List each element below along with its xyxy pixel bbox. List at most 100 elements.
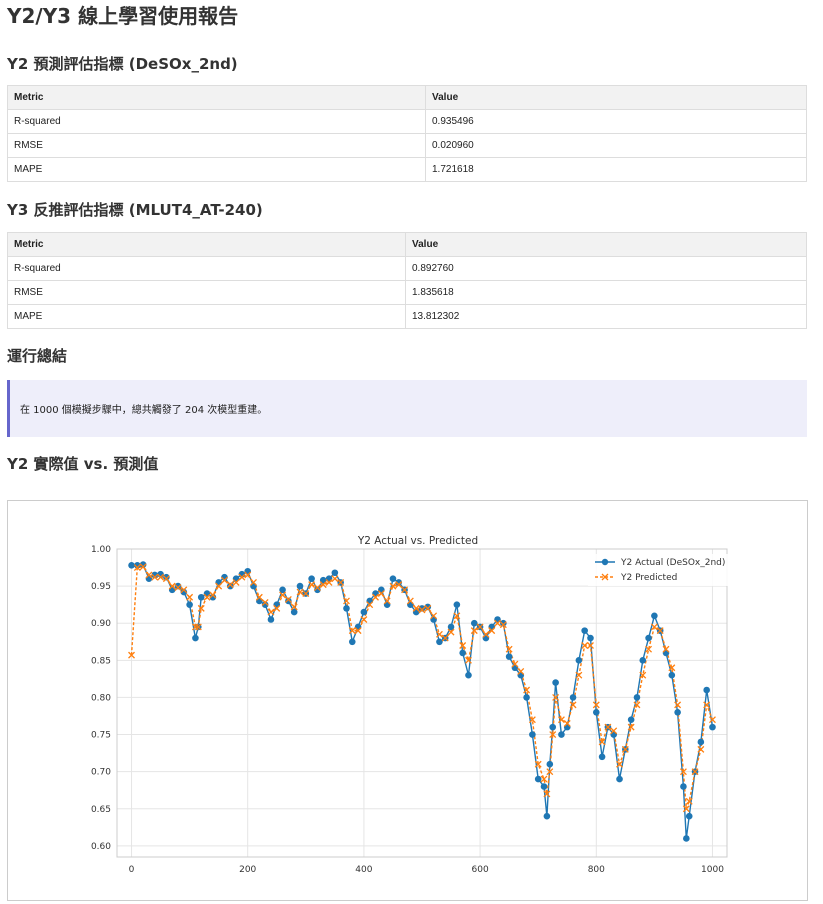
report-page: Y2/Y3 線上學習使用報告 Y2 預測評估指標 (DeSOx_2nd) Met… [0,0,823,901]
actual-point [360,608,368,616]
predicted-series-line [130,566,714,810]
actual-point [581,627,588,634]
table-row: MAPE 1.721618 [7,157,807,182]
actual-point [616,775,623,783]
y2-metrics-heading: Y2 預測評估指標 (DeSOx_2nd) [7,55,238,73]
metric-name: R-squared [7,109,426,134]
y2-metrics-table: Metric Value R-squared 0.935496 RMSE 0.0… [7,85,807,182]
actual-point [569,694,577,701]
actual-point [633,694,641,701]
actual-point [453,601,461,608]
y-tick-label: 0.90 [91,619,111,629]
actual-point [685,812,693,820]
actual-point [267,616,275,623]
actual-point [651,612,658,620]
x-tick-label: 600 [472,865,489,875]
actual-point [436,638,443,646]
actual-point [552,679,559,686]
actual-point [627,716,635,723]
y-tick-label: 0.80 [91,693,111,703]
actual-point [709,723,716,731]
legend-actual-label: Y2 Actual (DeSOx_2nd) [620,558,725,568]
table-row: R-squared 0.892760 [7,256,807,281]
actual-point [575,657,583,664]
x-tick-label: 800 [588,865,605,875]
summary-text: 在 1000 個模擬步驟中，總共觸發了 204 次模型重建。 [20,405,268,416]
actual-point [308,575,315,582]
table-row: MAPE 13.812302 [7,304,807,329]
chart-title: Y2 Actual vs. Predicted [357,535,478,547]
predicted-point [674,701,682,709]
actual-point [546,760,554,768]
table-header-row: Metric Value [7,232,807,257]
predicted-point [331,575,339,583]
y-tick-label: 0.70 [91,768,111,778]
metric-value: 1.835618 [405,280,807,305]
actual-point [505,653,513,660]
metric-value: 0.892760 [405,256,807,281]
actual-point [186,601,193,608]
actual-point [197,593,205,601]
predicted-point [186,593,194,601]
x-tick-label: 200 [239,865,256,875]
actual-point [683,835,690,842]
metric-value: 13.812302 [405,304,807,329]
table-header-row: Metric Value [7,85,807,110]
actual-point [540,783,548,790]
metric-name: RMSE [7,280,406,305]
actual-point [192,634,199,642]
actual-point [331,569,339,577]
actual-point [465,671,472,679]
predicted-point [581,642,589,649]
actual-point [697,738,705,746]
legend-actual-marker [601,558,609,566]
x-tick-label: 1000 [701,865,724,875]
chart-legend: Y2 Actual (DeSOx_2nd) Y2 Predicted [588,554,729,586]
table-row: R-squared 0.935496 [7,109,807,134]
chart-container: Y2 Actual vs. Predicted 0.60 0.65 0.70 0.75… [7,500,808,901]
actual-point [348,638,356,646]
y3-metrics-heading: Y3 反推評估指標 (MLUT4_AT-240) [7,201,263,219]
actual-point [549,723,557,731]
actual-point [674,708,681,716]
column-header-metric: Metric [7,85,426,110]
legend-predicted-label: Y2 Predicted [620,573,677,583]
actual-point [296,582,304,590]
summary-heading: 運行總結 [7,347,68,365]
actual-point [534,775,542,783]
actual-point [470,619,478,627]
metric-name: MAPE [7,304,406,329]
series-layer [128,561,716,842]
actual-point [639,657,647,664]
y2-actual-vs-predicted-chart: Y2 Actual vs. Predicted 0.60 0.65 0.70 0.75… [91,535,729,875]
column-header-metric: Metric [7,232,406,257]
actual-point [668,671,676,679]
predicted-point [267,608,275,616]
actual-point [523,694,530,701]
y-tick-label: 0.95 [91,582,111,592]
actual-point [592,708,600,716]
actual-point [529,731,536,738]
table-row: RMSE 0.020960 [7,133,807,158]
metric-value: 1.721618 [425,157,807,182]
y-tick-label: 0.65 [91,805,111,815]
actual-point [459,649,466,657]
column-header-value: Value [405,232,807,257]
actual-point [598,753,606,761]
report-title: Y2/Y3 線上學習使用報告 [7,4,239,28]
metric-value: 0.020960 [425,133,807,158]
x-tick-label: 0 [129,865,135,875]
metric-value: 0.935496 [425,109,807,134]
actual-point [703,686,710,694]
actual-point [128,562,135,569]
y-tick-label: 0.85 [91,656,111,666]
chart-heading: Y2 實際值 vs. 預測值 [7,455,159,473]
column-header-value: Value [425,85,807,110]
y3-metrics-table: Metric Value R-squared 0.892760 RMSE 1.8… [7,232,807,329]
y-tick-label: 0.75 [91,731,111,741]
metric-name: MAPE [7,157,426,182]
actual-point [680,783,687,790]
actual-point [645,634,652,642]
metric-name: RMSE [7,133,426,158]
actual-point [343,605,350,612]
